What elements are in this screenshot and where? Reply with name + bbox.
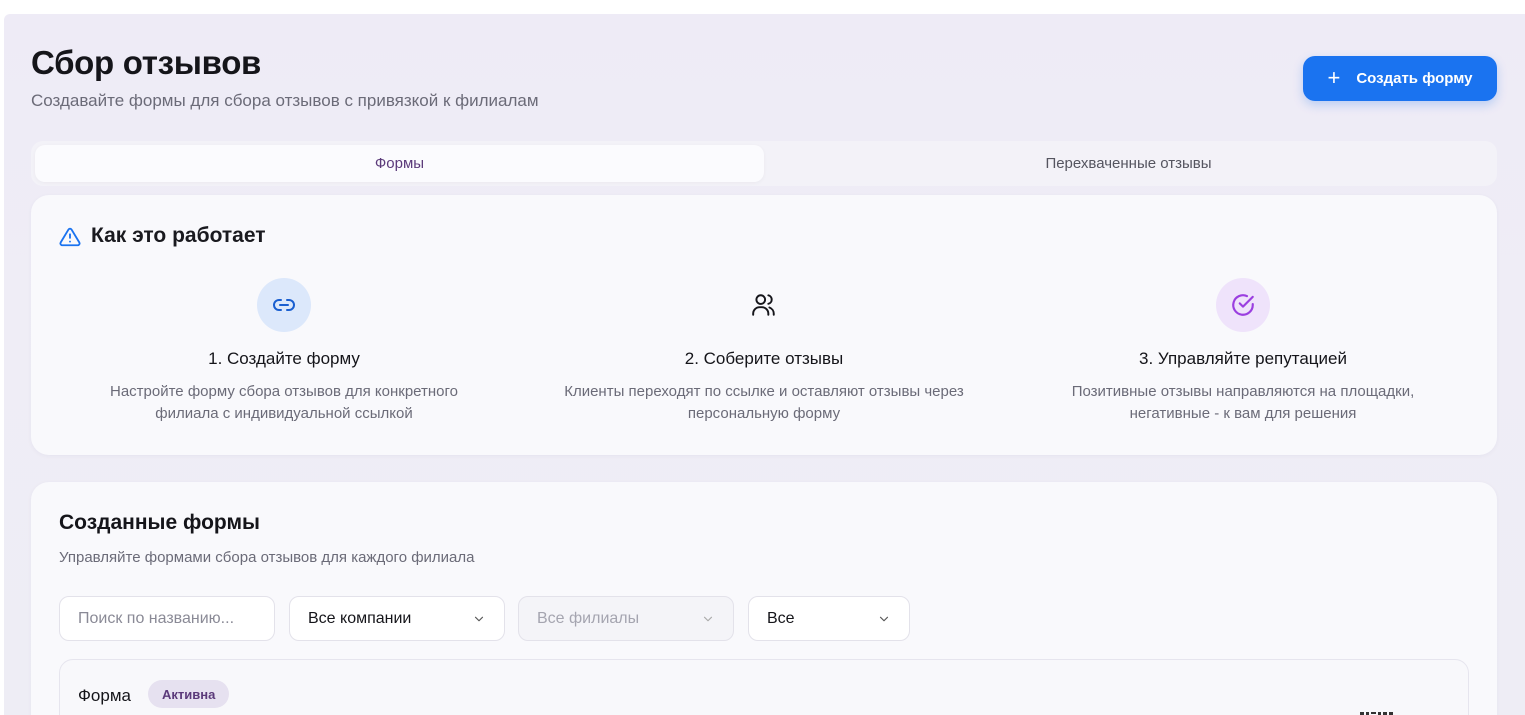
chevron-down-icon [474, 616, 484, 621]
created-forms-card: Созданные формы Управляйте формами сбора… [31, 482, 1497, 715]
company-select-value: Все компании [308, 609, 412, 627]
step-description: Настройте форму сбора отзывов для конкре… [44, 381, 524, 425]
users-icon [737, 278, 791, 332]
step-desc-line: Настройте форму сбора отзывов для конкре… [110, 383, 458, 400]
chevron-down-icon [879, 616, 889, 621]
warning-triangle-icon [59, 227, 81, 247]
step-create-form: 1. Создайте форму Настройте форму сбора … [44, 278, 524, 425]
step-description: Позитивные отзывы направляются на площад… [1003, 381, 1483, 425]
forms-section-subtitle: Управляйте формами сбора отзывов для каж… [59, 549, 475, 566]
step-title: 1. Создайте форму [208, 349, 360, 368]
tab-bar: Формы Перехваченные отзывы [31, 141, 1497, 186]
link-icon [257, 278, 311, 332]
page-container: Сбор отзывов Создавайте формы для сбора … [4, 14, 1525, 715]
search-placeholder: Поиск по названию... [78, 609, 235, 627]
create-form-button[interactable]: + Создать форму [1303, 56, 1497, 101]
step-manage-reputation: 3. Управляйте репутацией Позитивные отзы… [1003, 278, 1483, 425]
step-title: 2. Соберите отзывы [684, 349, 844, 368]
tab-forms[interactable]: Формы [35, 145, 764, 182]
qr-code-icon[interactable] [1360, 710, 1396, 715]
plus-icon: + [1327, 64, 1341, 90]
step-desc-line: негативные - к вам для решения [1129, 405, 1357, 422]
form-name: Форма [78, 686, 131, 705]
step-title: 3. Управляйте репутацией [1139, 349, 1347, 368]
company-select[interactable]: Все компании [289, 596, 505, 641]
step-desc-line: Клиенты переходят по ссылке и оставляют … [564, 383, 964, 400]
chevron-down-icon [703, 616, 713, 621]
create-form-label: Создать форму [1356, 70, 1473, 87]
status-select[interactable]: Все [748, 596, 910, 641]
check-circle-icon [1216, 278, 1270, 332]
status-badge: Активна [148, 680, 230, 708]
how-it-works-card: Как это работает 1. Создайте форму Настр… [31, 195, 1497, 455]
branch-select[interactable]: Все филиалы [518, 596, 734, 641]
search-input[interactable]: Поиск по названию... [59, 596, 275, 641]
step-description: Клиенты переходят по ссылке и оставляют … [524, 381, 1004, 425]
step-collect-reviews: 2. Соберите отзывы Клиенты переходят по … [524, 278, 1004, 425]
step-desc-line: Позитивные отзывы направляются на площад… [1071, 383, 1415, 400]
forms-section-title: Созданные формы [59, 511, 260, 534]
how-it-works-title: Как это работает [91, 224, 266, 247]
step-desc-line: филиала с индивидуальной ссылкой [155, 405, 413, 422]
branch-select-value: Все филиалы [537, 609, 640, 627]
form-list-item[interactable]: Форма Активна [59, 659, 1469, 715]
page-title: Сбор отзывов [31, 44, 262, 81]
page-subtitle: Создавайте формы для сбора отзывов с при… [31, 91, 539, 110]
step-desc-line: персональную форму [687, 405, 841, 422]
tab-intercepted-reviews[interactable]: Перехваченные отзывы [764, 145, 1493, 182]
status-select-value: Все [767, 609, 795, 627]
